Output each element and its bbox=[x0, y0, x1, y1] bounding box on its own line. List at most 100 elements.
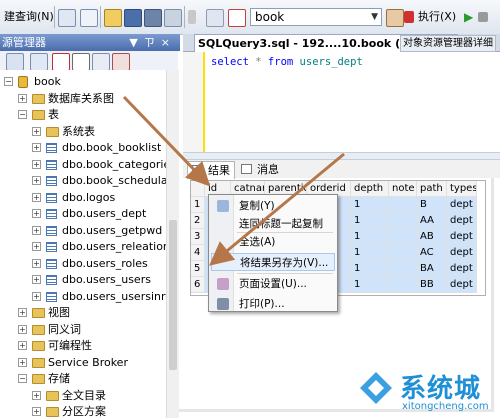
pin-icon[interactable]: ㄗ bbox=[144, 36, 161, 49]
grid-cell[interactable]: 1 bbox=[351, 245, 389, 261]
editor-results-splitter[interactable] bbox=[183, 152, 500, 160]
expand-icon[interactable]: + bbox=[32, 209, 41, 218]
tree-node[interactable]: − 表 bbox=[0, 107, 166, 123]
tree-node[interactable]: + dbo.users_getpwd bbox=[0, 223, 166, 239]
grid-cell[interactable]: dept bbox=[447, 197, 477, 213]
tree-node[interactable]: + dbo.book_categories bbox=[0, 157, 166, 173]
tree-node[interactable]: + dbo.users_users bbox=[0, 272, 166, 288]
expand-icon[interactable]: + bbox=[32, 225, 41, 235]
grid-row-number[interactable]: 4 bbox=[191, 245, 205, 261]
grid-cell[interactable] bbox=[389, 197, 417, 213]
debug-play-icon[interactable]: ▶ bbox=[462, 8, 475, 26]
save-all-icon[interactable] bbox=[144, 9, 162, 27]
grid-cell[interactable]: dept bbox=[447, 213, 477, 229]
tree-node[interactable]: + dbo.book_schedular bbox=[0, 173, 166, 189]
expand-icon[interactable]: + bbox=[32, 291, 41, 301]
expand-icon[interactable]: + bbox=[32, 390, 41, 400]
grid-column-header[interactable]: types bbox=[447, 181, 477, 197]
grid-row-number[interactable]: 1 bbox=[191, 197, 205, 213]
filter-icon[interactable] bbox=[92, 53, 110, 71]
menu-item[interactable]: 页面设置(U)... bbox=[211, 275, 335, 293]
grid-cell[interactable]: BA bbox=[417, 261, 447, 277]
activity-monitor-icon[interactable] bbox=[164, 9, 182, 27]
tree-node[interactable]: + dbo.users_releation bbox=[0, 239, 166, 255]
grid-cell[interactable] bbox=[389, 213, 417, 229]
refresh-icon[interactable] bbox=[112, 53, 130, 71]
expand-icon[interactable]: + bbox=[32, 407, 41, 416]
connect-icon[interactable] bbox=[6, 53, 24, 71]
tree-scrollbar[interactable] bbox=[166, 70, 179, 418]
expand-icon[interactable]: + bbox=[18, 324, 27, 334]
query-options-icon[interactable] bbox=[386, 9, 404, 27]
grid-column-header[interactable]: path bbox=[417, 181, 447, 197]
expand-icon[interactable]: + bbox=[32, 126, 41, 136]
tab-messages[interactable]: 消息 bbox=[237, 161, 283, 178]
grid-cell[interactable] bbox=[389, 229, 417, 245]
tree-node[interactable]: + dbo.book_booklist bbox=[0, 140, 166, 156]
panel-dropdown-icon[interactable]: ▼ bbox=[129, 36, 143, 49]
new-document-icon[interactable] bbox=[80, 9, 98, 27]
grid-cell[interactable]: 1 bbox=[351, 261, 389, 277]
grid-row-number[interactable]: 2 bbox=[191, 213, 205, 229]
tree-node[interactable]: + 可编程性 bbox=[0, 338, 166, 354]
disconnect-icon[interactable] bbox=[228, 9, 246, 27]
grid-cell[interactable]: BB bbox=[417, 277, 447, 293]
expand-icon[interactable]: + bbox=[18, 308, 27, 317]
grid-cell[interactable]: B bbox=[417, 197, 447, 213]
expand-icon[interactable]: + bbox=[18, 357, 27, 367]
tree-node[interactable]: + Service Broker bbox=[0, 355, 166, 371]
grid-cell[interactable]: 1 bbox=[351, 229, 389, 245]
scrollbar-thumb[interactable] bbox=[169, 220, 177, 370]
grid-cell[interactable]: dept bbox=[447, 245, 477, 261]
expand-icon[interactable]: + bbox=[32, 176, 41, 185]
menu-item[interactable]: 复制(Y) bbox=[211, 197, 335, 215]
grid-cell[interactable]: dept bbox=[447, 277, 477, 293]
collapse-icon[interactable]: − bbox=[18, 374, 27, 383]
grid-column-header[interactable]: depth bbox=[351, 181, 389, 197]
tree-node[interactable]: + dbo.users_usersinrole bbox=[0, 289, 166, 305]
close-icon[interactable]: × bbox=[161, 36, 176, 49]
save-icon[interactable] bbox=[124, 9, 142, 27]
expand-icon[interactable]: + bbox=[32, 242, 41, 251]
grid-cell[interactable]: AB bbox=[417, 229, 447, 245]
connect-icon[interactable] bbox=[206, 9, 224, 27]
tree-node[interactable]: + dbo.logos bbox=[0, 190, 166, 206]
execute-button[interactable]: 执行(X) bbox=[416, 8, 458, 26]
expand-icon[interactable]: + bbox=[18, 93, 27, 103]
new-file-icon[interactable] bbox=[58, 9, 76, 27]
expand-icon[interactable]: + bbox=[32, 159, 41, 169]
stop-icon[interactable] bbox=[478, 12, 488, 22]
grid-cell[interactable]: dept bbox=[447, 229, 477, 245]
collapse-icon[interactable]: − bbox=[18, 110, 27, 119]
tree-node[interactable]: + 全文目录 bbox=[0, 388, 166, 404]
menu-item[interactable]: 打印(P)... bbox=[211, 295, 335, 313]
open-folder-icon[interactable] bbox=[104, 9, 122, 27]
grid-cell[interactable]: AC bbox=[417, 245, 447, 261]
sql-text[interactable]: select * from users_dept bbox=[211, 56, 363, 68]
expand-icon[interactable]: + bbox=[18, 341, 27, 350]
tab-object-explorer-details[interactable]: 对象资源管理器详细 bbox=[400, 35, 496, 52]
grid-cell[interactable]: AA bbox=[417, 213, 447, 229]
tree-node[interactable]: + 同义词 bbox=[0, 322, 166, 338]
grid-corner-cell[interactable] bbox=[191, 181, 205, 197]
tree-node[interactable]: + 分区方案 bbox=[0, 404, 166, 418]
tree-node[interactable]: − 存储 bbox=[0, 371, 166, 387]
tree-node[interactable]: + dbo.users_roles bbox=[0, 256, 166, 272]
grid-cell[interactable]: dept bbox=[447, 261, 477, 277]
disconnect-icon[interactable] bbox=[52, 53, 70, 71]
expand-icon[interactable]: + bbox=[32, 258, 41, 268]
grid-cell[interactable]: 1 bbox=[351, 197, 389, 213]
tree-node[interactable]: + 数据库关系图 bbox=[0, 91, 166, 107]
connect-dropdown-icon[interactable] bbox=[30, 53, 48, 71]
toolbar-gripper-icon[interactable] bbox=[188, 10, 196, 24]
tab-results[interactable]: 结果 bbox=[187, 161, 235, 179]
expand-icon[interactable]: + bbox=[32, 275, 41, 284]
grid-row-number[interactable]: 3 bbox=[191, 229, 205, 245]
tree-node[interactable]: + dbo.users_dept bbox=[0, 206, 166, 222]
database-selector[interactable]: book ▼ bbox=[250, 8, 382, 26]
expand-icon[interactable]: + bbox=[32, 192, 41, 202]
tree-node[interactable]: + 系统表 bbox=[0, 124, 166, 140]
grid-cell[interactable]: 1 bbox=[351, 277, 389, 293]
menu-item[interactable]: 全选(A) bbox=[211, 233, 335, 251]
query-editor[interactable]: select * from users_dept bbox=[183, 52, 500, 152]
